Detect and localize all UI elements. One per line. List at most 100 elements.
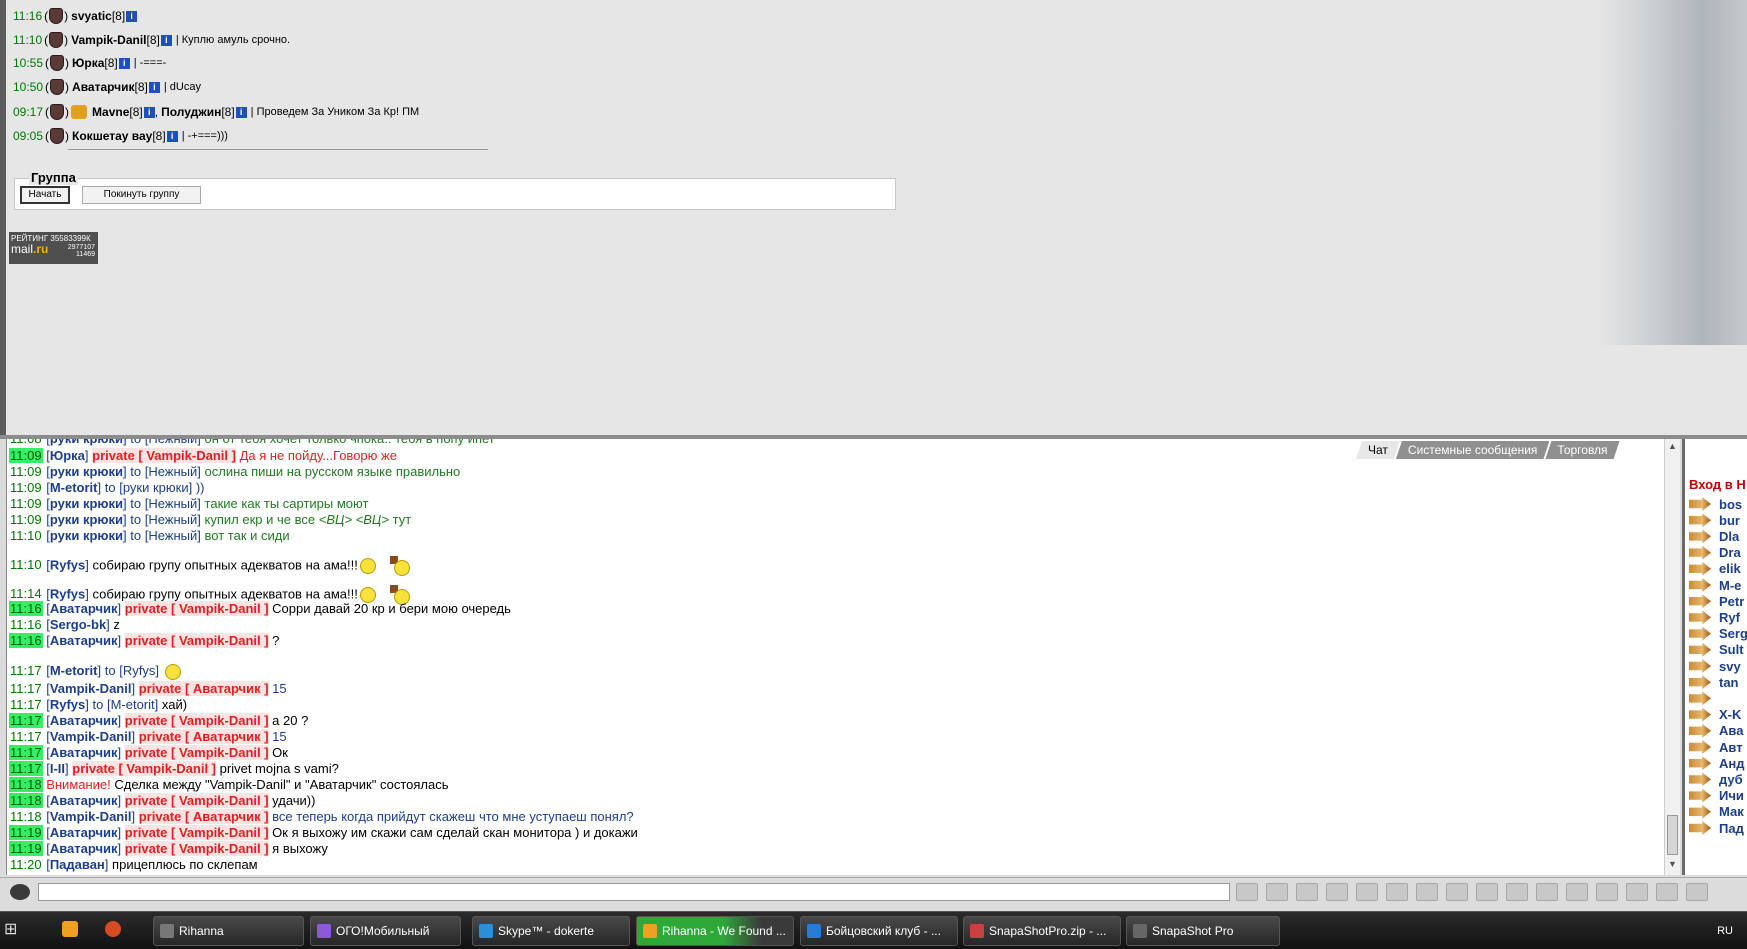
smiley-icon[interactable]: [1446, 883, 1468, 901]
user-nick[interactable]: bos: [1719, 497, 1742, 512]
tab-trade[interactable]: Торговля: [1545, 441, 1619, 459]
message-time[interactable]: 11:09: [9, 480, 43, 495]
user-row[interactable]: Мак: [1689, 804, 1744, 820]
user-nick[interactable]: Анд: [1719, 756, 1745, 771]
user-nick[interactable]: Авт: [1719, 740, 1743, 755]
user-nick[interactable]: elik: [1719, 561, 1741, 576]
translit-icon[interactable]: [1386, 883, 1408, 901]
enter-icon[interactable]: [1236, 883, 1258, 901]
totem-icon[interactable]: [1656, 883, 1678, 901]
message-time[interactable]: 11:20: [9, 857, 43, 872]
bottle-icon[interactable]: [1536, 883, 1558, 901]
user-row[interactable]: Ава: [1689, 723, 1743, 739]
info-icon[interactable]: i: [160, 34, 172, 46]
scroll-thumb[interactable]: [1667, 815, 1678, 855]
user-nick[interactable]: Dla: [1719, 529, 1739, 544]
message-time[interactable]: 11:16: [9, 601, 43, 616]
message-time[interactable]: 11:16: [9, 633, 43, 648]
private-target[interactable]: private [ Vampik-Danil ]: [124, 745, 269, 760]
private-target[interactable]: private [ Vampik-Danil ]: [124, 713, 269, 728]
private-target[interactable]: private [ Vampik-Danil ]: [124, 825, 269, 840]
user-nick[interactable]: Sult: [1719, 642, 1744, 657]
user-row[interactable]: [1689, 690, 1719, 706]
user-row[interactable]: Ryf: [1689, 609, 1740, 625]
user-row[interactable]: дуб: [1689, 771, 1743, 787]
chat-mode-icon[interactable]: [10, 884, 30, 900]
save-icon[interactable]: [1326, 883, 1348, 901]
member-nick[interactable]: Кокшетау вау: [72, 129, 152, 143]
target-nick[interactable]: Ryfys: [123, 663, 156, 678]
private-target[interactable]: private [ Vampik-Danil ]: [124, 601, 269, 616]
user-row[interactable]: bur: [1689, 512, 1740, 528]
filter-icon[interactable]: [1296, 883, 1318, 901]
user-row[interactable]: Пад: [1689, 820, 1744, 836]
member-nick[interactable]: Полуджин: [161, 105, 221, 119]
sender-nick[interactable]: M-etorit: [50, 480, 98, 495]
emotes-icon[interactable]: [1476, 883, 1498, 901]
message-time[interactable]: 11:08: [9, 439, 43, 446]
message-time[interactable]: 11:10: [9, 557, 43, 572]
private-target[interactable]: private [ Vampik-Danil ]: [124, 793, 269, 808]
taskbar-item[interactable]: Бойцовский клуб - ...: [800, 916, 958, 946]
user-nick[interactable]: Ryf: [1719, 610, 1740, 625]
member-nick[interactable]: Аватарчик: [72, 80, 135, 94]
sender-nick[interactable]: I-II: [50, 761, 65, 776]
user-row[interactable]: elik: [1689, 561, 1741, 577]
private-target[interactable]: private [ Vampik-Danil ]: [124, 841, 269, 856]
start-icon[interactable]: ⊞: [4, 919, 24, 939]
user-nick[interactable]: X-K: [1719, 707, 1741, 722]
leave-group-button[interactable]: Покинуть группу: [82, 186, 201, 204]
message-time[interactable]: 11:14: [9, 586, 43, 601]
user-row[interactable]: Авт: [1689, 739, 1743, 755]
private-target[interactable]: private [ Аватарчик ]: [138, 681, 269, 696]
sender-nick[interactable]: Аватарчик: [50, 841, 118, 856]
message-time[interactable]: 11:16: [9, 617, 43, 632]
user-row[interactable]: Sult: [1689, 642, 1744, 658]
taskbar-item[interactable]: Rihanna - We Found ...: [636, 916, 794, 946]
private-target[interactable]: private [ Аватарчик ]: [138, 809, 269, 824]
user-row[interactable]: Анд: [1689, 755, 1745, 771]
sender-nick[interactable]: Аватарчик: [50, 713, 118, 728]
private-target[interactable]: private [ Vampik-Danil ]: [72, 761, 217, 776]
sender-nick[interactable]: Аватарчик: [50, 601, 118, 616]
sender-nick[interactable]: Vampik-Danil: [50, 681, 132, 696]
sender-nick[interactable]: Ryfys: [50, 557, 85, 572]
sender-nick[interactable]: руки крюки: [50, 496, 123, 511]
user-nick[interactable]: дуб: [1719, 772, 1743, 787]
sender-nick[interactable]: руки крюки: [50, 439, 123, 446]
user-nick[interactable]: tan: [1719, 675, 1739, 690]
sword-icon[interactable]: [1506, 883, 1528, 901]
message-time[interactable]: 11:09: [9, 448, 43, 463]
target-nick[interactable]: Нежный: [148, 464, 197, 479]
sender-nick[interactable]: Ryfys: [50, 697, 85, 712]
ear-icon[interactable]: [1416, 883, 1438, 901]
user-row[interactable]: svy: [1689, 658, 1741, 674]
message-time[interactable]: 11:09: [9, 496, 43, 511]
message-time[interactable]: 11:17: [9, 713, 43, 728]
user-row[interactable]: bos: [1689, 496, 1742, 512]
private-target[interactable]: private [ Аватарчик ]: [138, 729, 269, 744]
taskbar-item[interactable]: SnapaShot Pro: [1126, 916, 1280, 946]
tab-chat[interactable]: Чат: [1356, 441, 1400, 459]
gear-icon[interactable]: [1626, 883, 1648, 901]
taskbar-item[interactable]: Rihanna: [153, 916, 304, 946]
private-target[interactable]: private [ Vampik-Danil ]: [124, 633, 269, 648]
message-time[interactable]: 11:17: [9, 697, 43, 712]
user-nick[interactable]: Ичи: [1719, 788, 1744, 803]
message-time[interactable]: 11:17: [9, 761, 43, 776]
language-indicator[interactable]: RU: [1717, 925, 1733, 937]
mail-ru-rating-counter[interactable]: РЕЙТИНГ 35583399К mail.ru 2977107 11469: [9, 232, 98, 264]
info-icon[interactable]: i: [166, 130, 178, 142]
target-nick[interactable]: Нежный: [148, 439, 197, 446]
sender-nick[interactable]: руки крюки: [50, 528, 123, 543]
sender-nick[interactable]: Аватарчик: [50, 825, 118, 840]
target-nick[interactable]: M-etorit: [111, 697, 155, 712]
user-row[interactable]: Ичи: [1689, 788, 1744, 804]
member-nick[interactable]: Юрка: [72, 56, 104, 70]
tab-system-messages[interactable]: Системные сообщения: [1396, 441, 1550, 459]
sender-nick[interactable]: Vampik-Danil: [50, 729, 132, 744]
info-icon[interactable]: i: [126, 10, 138, 22]
user-nick[interactable]: svy: [1719, 659, 1741, 674]
message-time[interactable]: 11:17: [9, 729, 43, 744]
sender-nick[interactable]: руки крюки: [50, 464, 123, 479]
